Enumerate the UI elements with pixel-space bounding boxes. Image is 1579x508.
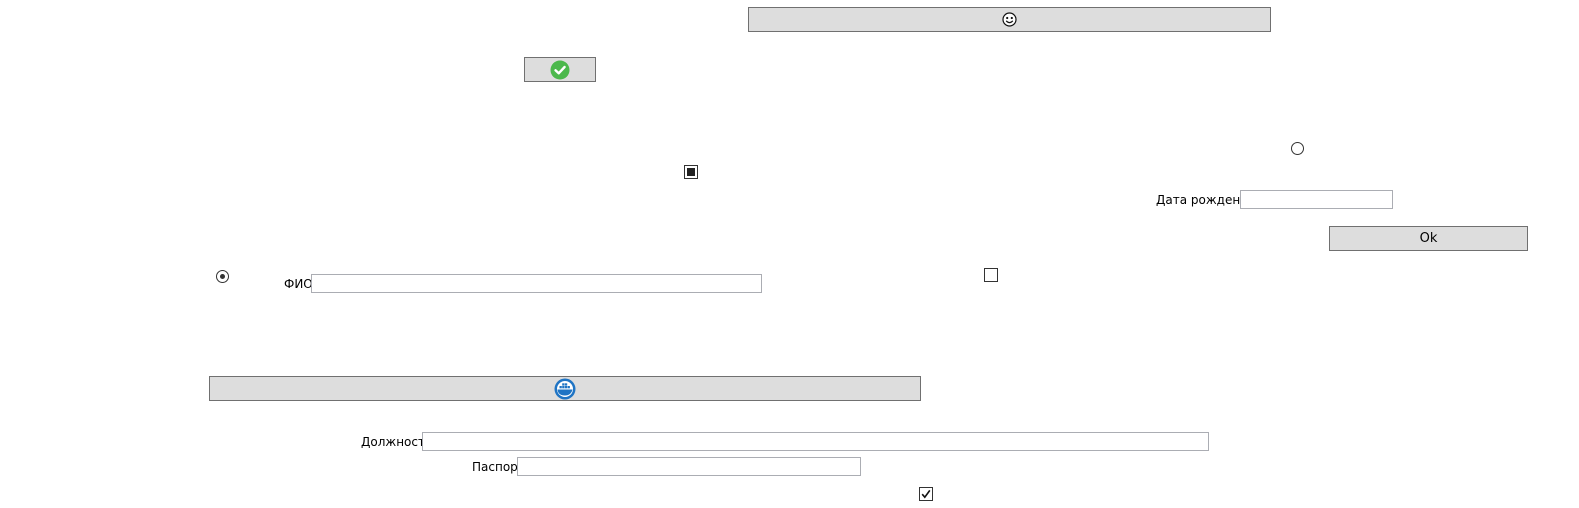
whale-button[interactable]	[209, 376, 921, 401]
fio-field[interactable]	[311, 274, 762, 293]
indeterminate-mark-icon	[687, 168, 695, 176]
checkbox-empty[interactable]	[984, 268, 998, 282]
ok-button-label: Ok	[1419, 231, 1438, 246]
confirm-button[interactable]	[524, 57, 596, 82]
radio-selected-dot	[220, 274, 225, 279]
checkmark-icon	[921, 489, 931, 499]
ok-button[interactable]: Ok	[1329, 226, 1528, 251]
smiley-button[interactable]	[748, 7, 1271, 32]
checkbox-checked[interactable]	[919, 487, 933, 501]
passport-field[interactable]	[517, 457, 861, 476]
radio-option-right[interactable]	[1291, 142, 1304, 155]
fio-label: ФИО	[284, 277, 313, 291]
birthdate-field[interactable]	[1240, 190, 1393, 209]
checkbox-indeterminate[interactable]	[684, 165, 698, 179]
green-checkmark-icon	[550, 60, 570, 80]
smiley-face-icon	[1002, 12, 1017, 27]
blue-docker-whale-icon	[554, 378, 576, 400]
radio-option-left[interactable]	[216, 270, 229, 283]
position-field[interactable]	[422, 432, 1209, 451]
